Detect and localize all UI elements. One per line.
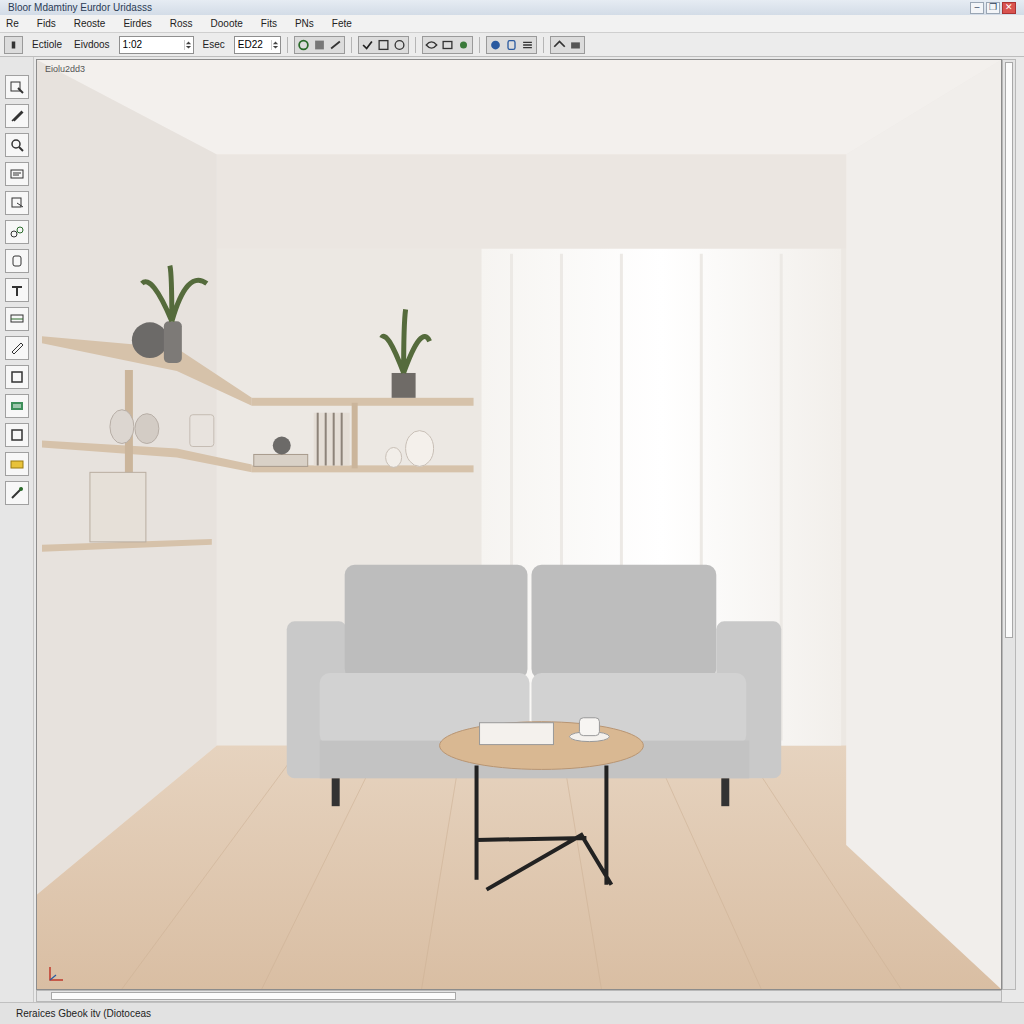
toolbar-field [119,36,194,54]
maximize-button[interactable]: ❐ [986,2,1000,14]
room-render [37,60,1001,989]
viewport-area: Eiolu2dd3 [34,57,1024,1002]
value-input[interactable] [120,37,184,53]
spin-arrows[interactable] [271,40,280,50]
window-title: Bloor Mdamtiny Eurdor Uridasss [8,2,970,14]
toolbar-label: Esec [200,37,228,52]
toolbar-handle [4,36,23,54]
toolbar-separator [415,37,416,53]
status-bar: Reraices Gbeok itv (Diotoceas [0,1002,1024,1024]
window-controls: –❐✕ [970,2,1016,14]
tool-icon[interactable] [456,38,471,52]
tool-icon[interactable] [424,38,439,52]
folder-icon [9,456,25,472]
menu-item[interactable]: Fete [330,15,354,32]
horizontal-scrollbar[interactable] [36,990,1002,1002]
rectangle-icon [9,369,25,385]
spin-icon [272,40,279,50]
viewport-row: Eiolu2dd3 [36,59,1016,990]
toolbar-separator [479,37,480,53]
toolbar-label: Eivdoos [71,37,113,52]
spin-icon [185,40,192,50]
grip-icon [6,38,21,52]
frame-icon [9,427,25,443]
toolbar: Ectiole Eivdoos Esec [0,33,1024,57]
tool-icon[interactable] [296,38,311,52]
toolbar-button-group [358,36,409,54]
tool-button[interactable] [5,365,29,389]
tool-button[interactable] [5,133,29,157]
scroll-thumb[interactable] [1005,62,1013,638]
title-bar: Bloor Mdamtiny Eurdor Uridasss–❐✕ [0,0,1024,15]
panel-icon [9,166,25,182]
nodes-icon [9,224,25,240]
workspace: Eiolu2dd3 [0,57,1024,1002]
tool-icon[interactable] [520,38,535,52]
menu-item[interactable]: Fits [259,15,279,32]
viewport-label: Eiolu2dd3 [45,63,85,77]
close-button[interactable]: ✕ [1002,2,1016,14]
tool-button[interactable] [5,104,29,128]
toolbar-label: Ectiole [29,37,65,52]
viewport[interactable]: Eiolu2dd3 [36,59,1002,990]
minimize-button[interactable]: – [970,2,984,14]
spin-arrows[interactable] [184,40,193,50]
menu-item[interactable]: Re [4,15,21,32]
axis-icon [47,965,65,983]
menu-item[interactable]: Fids [35,15,58,32]
toolbar-separator [543,37,544,53]
tool-icon[interactable] [376,38,391,52]
toolbar-button-group [294,36,345,54]
tool-icon[interactable] [392,38,407,52]
tool-icon[interactable] [360,38,375,52]
measure-icon [9,340,25,356]
scroll-thumb[interactable] [51,992,456,1000]
hammer-icon [9,282,25,298]
paint-icon [9,485,25,501]
menu-item[interactable]: Dooote [209,15,245,32]
tool-button[interactable] [5,336,29,360]
tool-button[interactable] [5,249,29,273]
tool-button[interactable] [5,452,29,476]
tool-icon[interactable] [488,38,503,52]
toolbar-button-group [550,36,585,54]
tool-palette [0,57,34,1002]
tool-button[interactable] [5,307,29,331]
tool-button[interactable] [5,162,29,186]
menu-item[interactable]: Eirdes [121,15,153,32]
menu-item[interactable]: Reoste [72,15,108,32]
toolbar-field [234,36,281,54]
menu-bar: Re Fids Reoste Eirdes Ross Dooote Fits PNs Fete [0,15,1024,33]
tool-button[interactable] [5,220,29,244]
toolbar-separator [351,37,352,53]
tool-button[interactable] [5,75,29,99]
vertical-scrollbar[interactable] [1002,59,1016,990]
tool-button[interactable] [5,423,29,447]
zoom-icon [9,137,25,153]
tool-icon[interactable] [328,38,343,52]
toolbar-button-group [486,36,537,54]
menu-item[interactable]: Ross [168,15,195,32]
tool-button[interactable] [5,278,29,302]
status-text: Reraices Gbeok itv (Diotoceas [16,1006,151,1021]
cylinder-icon [9,253,25,269]
tool-icon[interactable] [504,38,519,52]
box-icon [9,195,25,211]
tool-button[interactable] [5,394,29,418]
toolbar-button-group [422,36,473,54]
layer-icon [9,398,25,414]
value-input[interactable] [235,37,271,53]
tool-icon[interactable] [568,38,583,52]
tool-button[interactable] [5,191,29,215]
tool-button[interactable] [5,481,29,505]
menu-item[interactable]: PNs [293,15,316,32]
wall-icon [9,311,25,327]
select-icon [9,79,25,95]
pencil-icon [9,108,25,124]
tool-icon[interactable] [552,38,567,52]
tool-icon[interactable] [312,38,327,52]
toolbar-separator [287,37,288,53]
tool-icon[interactable] [440,38,455,52]
